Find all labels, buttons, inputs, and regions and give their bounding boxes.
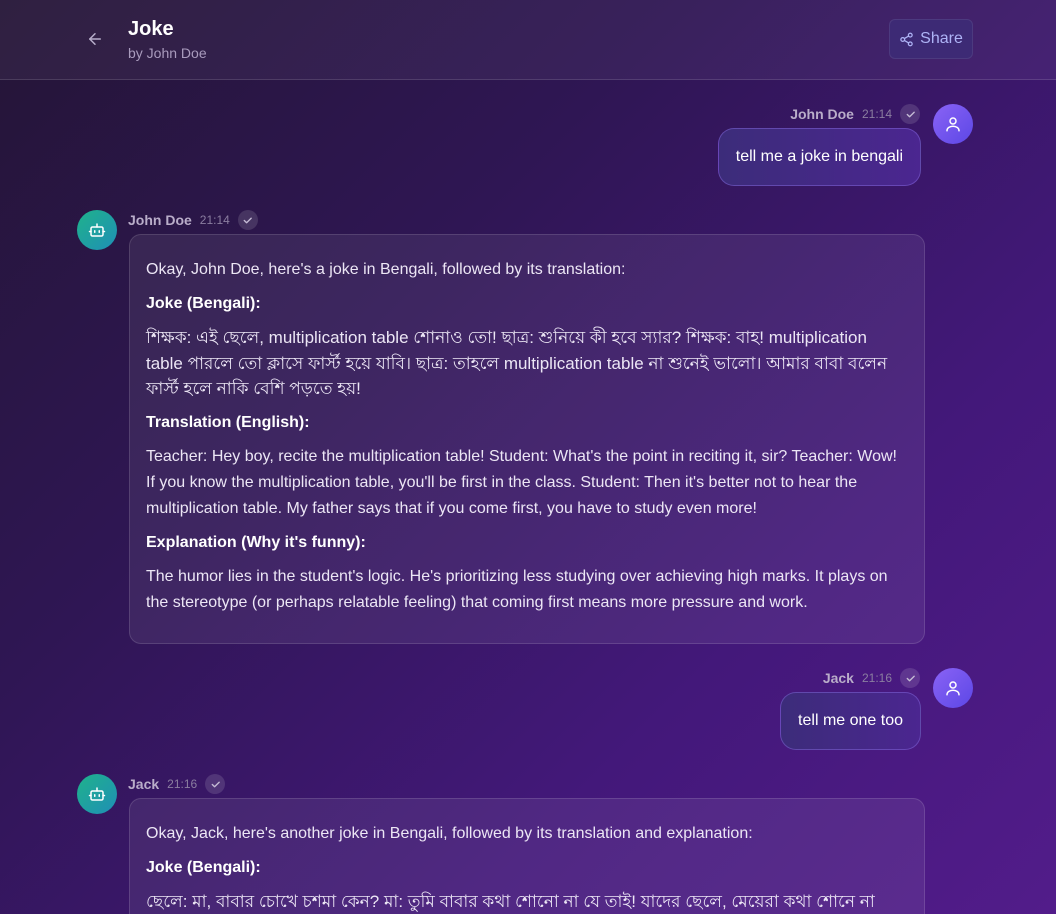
- bot-avatar: [77, 210, 117, 250]
- joke-text: শিক্ষক: এই ছেলে, multiplication table শো…: [146, 328, 888, 398]
- user-message-bubble: tell me a joke in bengali: [717, 128, 921, 186]
- user-icon: [946, 681, 960, 696]
- check-icon: [900, 104, 920, 124]
- check-icon: [237, 210, 258, 230]
- author-name: Jack: [128, 776, 160, 792]
- share-label: Share: [920, 30, 963, 47]
- user-avatar: [933, 668, 973, 708]
- assistant-message-bubble: Okay, Jack, here's another joke in Benga…: [129, 798, 925, 914]
- message-intro: Okay, John Doe, here's a joke in Bengali…: [146, 261, 626, 278]
- timestamp: 21:16: [861, 671, 892, 685]
- user-icon: [946, 117, 960, 132]
- chat-header: Joke by John Doe Share: [0, 0, 1056, 80]
- translation-heading: Translation (English):: [146, 413, 310, 431]
- explanation-text: The humor lies in the student's logic. H…: [146, 567, 888, 611]
- timestamp: 21:16: [167, 777, 198, 791]
- bot-avatar: [77, 774, 117, 814]
- share-button[interactable]: Share: [889, 19, 973, 59]
- user-message-bubble: tell me one too: [780, 692, 921, 750]
- arrow-left-icon: [89, 33, 101, 45]
- chat-title: Joke: [128, 18, 174, 40]
- message-meta: Jack 21:16: [823, 668, 920, 688]
- message-meta: Jack 21:16: [128, 774, 226, 794]
- author-name: John Doe: [128, 212, 192, 228]
- back-button[interactable]: [84, 28, 106, 50]
- bot-icon: [88, 223, 106, 237]
- chat-subtitle: by John Doe: [128, 45, 207, 61]
- timestamp: 21:14: [199, 213, 230, 227]
- joke-heading: Joke (Bengali):: [146, 295, 261, 312]
- joke-text: ছেলে: মা, বাবার চোখে চশমা কেন? মা: তুমি …: [146, 892, 875, 911]
- author-name: Jack: [822, 670, 854, 686]
- author-name: John Doe: [790, 106, 854, 122]
- check-icon: [900, 668, 920, 688]
- joke-heading: Joke (Bengali):: [146, 859, 261, 876]
- explanation-heading: Explanation (Why it's funny):: [146, 533, 366, 551]
- timestamp: 21:14: [861, 107, 892, 121]
- message-meta: John Doe 21:14: [790, 104, 920, 124]
- check-icon: [205, 774, 226, 794]
- message-intro: Okay, Jack, here's another joke in Benga…: [146, 825, 753, 842]
- share-icon: [900, 32, 913, 46]
- message-meta: John Doe 21:14: [128, 210, 258, 230]
- bot-icon: [88, 787, 106, 801]
- translation-text: Teacher: Hey boy, recite the multiplicat…: [146, 447, 897, 517]
- assistant-message-bubble: Okay, John Doe, here's a joke in Bengali…: [129, 234, 925, 644]
- user-avatar: [933, 104, 973, 144]
